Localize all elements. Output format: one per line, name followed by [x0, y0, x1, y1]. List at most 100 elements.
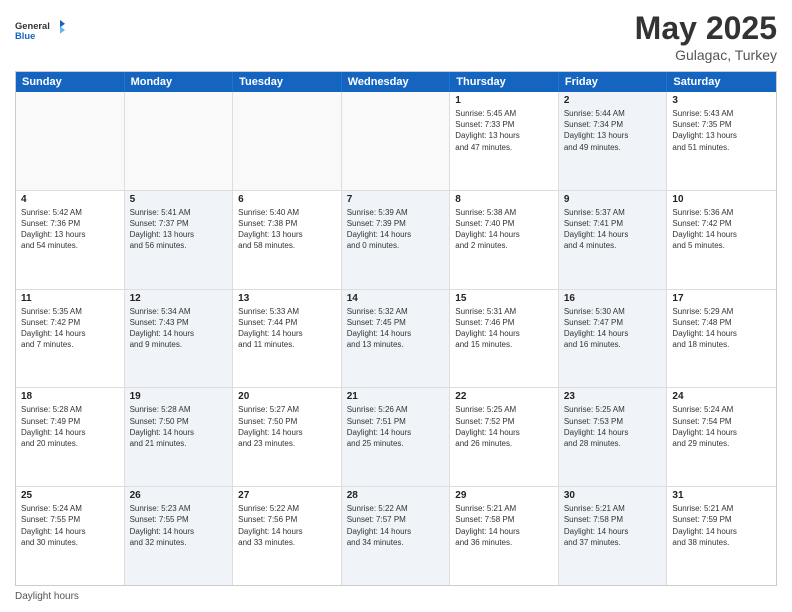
day-number: 8 [455, 194, 553, 205]
calendar-row-3: 18 Sunrise: 5:28 AM Sunset: 7:49 PM Dayli… [16, 388, 776, 487]
calendar: SundayMondayTuesdayWednesdayThursdayFrid… [15, 71, 777, 586]
weekday-header-friday: Friday [559, 72, 668, 92]
month-title: May 2025 [635, 10, 777, 47]
calendar-row-2: 11 Sunrise: 5:35 AM Sunset: 7:42 PM Dayli… [16, 290, 776, 389]
day-number: 28 [347, 490, 445, 501]
calendar-cell: 30 Sunrise: 5:21 AM Sunset: 7:58 PM Dayli… [559, 487, 668, 585]
cell-info: Sunrise: 5:35 AM Sunset: 7:42 PM Dayligh… [21, 306, 119, 351]
day-number: 7 [347, 194, 445, 205]
day-number: 25 [21, 490, 119, 501]
calendar-cell: 25 Sunrise: 5:24 AM Sunset: 7:55 PM Dayli… [16, 487, 125, 585]
day-number: 21 [347, 391, 445, 402]
calendar-cell: 4Sunrise: 5:42 AM Sunset: 7:36 PM Daylig… [16, 191, 125, 289]
day-number: 31 [672, 490, 771, 501]
cell-info: Sunrise: 5:31 AM Sunset: 7:46 PM Dayligh… [455, 306, 553, 351]
calendar-cell: 5Sunrise: 5:41 AM Sunset: 7:37 PM Daylig… [125, 191, 234, 289]
calendar-row-0: 1 Sunrise: 5:45 AM Sunset: 7:33 PM Daylig… [16, 92, 776, 191]
cell-info: Sunrise: 5:21 AM Sunset: 7:58 PM Dayligh… [564, 503, 662, 548]
cell-info: Sunrise: 5:44 AM Sunset: 7:34 PM Dayligh… [564, 108, 662, 153]
calendar-cell: 20 Sunrise: 5:27 AM Sunset: 7:50 PM Dayli… [233, 388, 342, 486]
calendar-row-1: 4Sunrise: 5:42 AM Sunset: 7:36 PM Daylig… [16, 191, 776, 290]
cell-info: Sunrise: 5:22 AM Sunset: 7:57 PM Dayligh… [347, 503, 445, 548]
logo-icon: General Blue [15, 10, 65, 50]
cell-info: Sunrise: 5:34 AM Sunset: 7:43 PM Dayligh… [130, 306, 228, 351]
calendar-cell: 21 Sunrise: 5:26 AM Sunset: 7:51 PM Dayli… [342, 388, 451, 486]
calendar-cell: 26 Sunrise: 5:23 AM Sunset: 7:55 PM Dayli… [125, 487, 234, 585]
header: General Blue May 2025 Gulagac, Turkey [15, 10, 777, 63]
calendar-cell: 15Sunrise: 5:31 AM Sunset: 7:46 PM Dayli… [450, 290, 559, 388]
cell-info: Sunrise: 5:22 AM Sunset: 7:56 PM Dayligh… [238, 503, 336, 548]
day-number: 17 [672, 293, 771, 304]
day-number: 29 [455, 490, 553, 501]
day-number: 13 [238, 293, 336, 304]
cell-info: Sunrise: 5:33 AM Sunset: 7:44 PM Dayligh… [238, 306, 336, 351]
cell-info: Sunrise: 5:26 AM Sunset: 7:51 PM Dayligh… [347, 404, 445, 449]
calendar-cell: 31 Sunrise: 5:21 AM Sunset: 7:59 PM Dayli… [667, 487, 776, 585]
cell-info: Sunrise: 5:24 AM Sunset: 7:54 PM Dayligh… [672, 404, 771, 449]
calendar-cell: 28 Sunrise: 5:22 AM Sunset: 7:57 PM Dayli… [342, 487, 451, 585]
cell-info: Sunrise: 5:28 AM Sunset: 7:50 PM Dayligh… [130, 404, 228, 449]
calendar-cell: 22 Sunrise: 5:25 AM Sunset: 7:52 PM Dayli… [450, 388, 559, 486]
day-number: 18 [21, 391, 119, 402]
day-number: 22 [455, 391, 553, 402]
cell-info: Sunrise: 5:38 AM Sunset: 7:40 PM Dayligh… [455, 207, 553, 252]
calendar-cell: 17 Sunrise: 5:29 AM Sunset: 7:48 PM Dayli… [667, 290, 776, 388]
day-number: 2 [564, 95, 662, 106]
cell-info: Sunrise: 5:21 AM Sunset: 7:59 PM Dayligh… [672, 503, 771, 548]
cell-info: Sunrise: 5:25 AM Sunset: 7:52 PM Dayligh… [455, 404, 553, 449]
day-number: 9 [564, 194, 662, 205]
weekday-header-wednesday: Wednesday [342, 72, 451, 92]
calendar-cell: 9 Sunrise: 5:37 AM Sunset: 7:41 PM Daylig… [559, 191, 668, 289]
cell-info: Sunrise: 5:45 AM Sunset: 7:33 PM Dayligh… [455, 108, 553, 153]
cell-info: Sunrise: 5:32 AM Sunset: 7:45 PM Dayligh… [347, 306, 445, 351]
day-number: 16 [564, 293, 662, 304]
cell-info: Sunrise: 5:28 AM Sunset: 7:49 PM Dayligh… [21, 404, 119, 449]
day-number: 4 [21, 194, 119, 205]
calendar-cell: 29 Sunrise: 5:21 AM Sunset: 7:58 PM Dayli… [450, 487, 559, 585]
cell-info: Sunrise: 5:36 AM Sunset: 7:42 PM Dayligh… [672, 207, 771, 252]
calendar-cell: 1 Sunrise: 5:45 AM Sunset: 7:33 PM Daylig… [450, 92, 559, 190]
day-number: 26 [130, 490, 228, 501]
day-number: 5 [130, 194, 228, 205]
cell-info: Sunrise: 5:21 AM Sunset: 7:58 PM Dayligh… [455, 503, 553, 548]
calendar-cell: 2 Sunrise: 5:44 AM Sunset: 7:34 PM Daylig… [559, 92, 668, 190]
weekday-header-monday: Monday [125, 72, 234, 92]
day-number: 30 [564, 490, 662, 501]
calendar-row-4: 25 Sunrise: 5:24 AM Sunset: 7:55 PM Dayli… [16, 487, 776, 585]
cell-info: Sunrise: 5:40 AM Sunset: 7:38 PM Dayligh… [238, 207, 336, 252]
location: Gulagac, Turkey [635, 47, 777, 63]
day-number: 23 [564, 391, 662, 402]
day-number: 3 [672, 95, 771, 106]
calendar-cell: 13 Sunrise: 5:33 AM Sunset: 7:44 PM Dayli… [233, 290, 342, 388]
calendar-cell: 12Sunrise: 5:34 AM Sunset: 7:43 PM Dayli… [125, 290, 234, 388]
calendar-cell: 27 Sunrise: 5:22 AM Sunset: 7:56 PM Dayli… [233, 487, 342, 585]
calendar-cell: 3Sunrise: 5:43 AM Sunset: 7:35 PM Daylig… [667, 92, 776, 190]
cell-info: Sunrise: 5:37 AM Sunset: 7:41 PM Dayligh… [564, 207, 662, 252]
day-number: 14 [347, 293, 445, 304]
cell-info: Sunrise: 5:25 AM Sunset: 7:53 PM Dayligh… [564, 404, 662, 449]
calendar-cell [16, 92, 125, 190]
day-number: 11 [21, 293, 119, 304]
weekday-header-tuesday: Tuesday [233, 72, 342, 92]
day-number: 27 [238, 490, 336, 501]
weekday-header-saturday: Saturday [667, 72, 776, 92]
calendar-cell [342, 92, 451, 190]
calendar-cell: 23 Sunrise: 5:25 AM Sunset: 7:53 PM Dayli… [559, 388, 668, 486]
logo: General Blue [15, 10, 65, 50]
calendar-cell: 10Sunrise: 5:36 AM Sunset: 7:42 PM Dayli… [667, 191, 776, 289]
cell-info: Sunrise: 5:24 AM Sunset: 7:55 PM Dayligh… [21, 503, 119, 548]
calendar-cell: 11 Sunrise: 5:35 AM Sunset: 7:42 PM Dayli… [16, 290, 125, 388]
calendar-cell: 19Sunrise: 5:28 AM Sunset: 7:50 PM Dayli… [125, 388, 234, 486]
svg-text:Blue: Blue [15, 31, 35, 41]
svg-text:General: General [15, 21, 50, 31]
cell-info: Sunrise: 5:30 AM Sunset: 7:47 PM Dayligh… [564, 306, 662, 351]
weekday-header-thursday: Thursday [450, 72, 559, 92]
title-area: May 2025 Gulagac, Turkey [635, 10, 777, 63]
cell-info: Sunrise: 5:27 AM Sunset: 7:50 PM Dayligh… [238, 404, 336, 449]
day-number: 24 [672, 391, 771, 402]
cell-info: Sunrise: 5:23 AM Sunset: 7:55 PM Dayligh… [130, 503, 228, 548]
cell-info: Sunrise: 5:29 AM Sunset: 7:48 PM Dayligh… [672, 306, 771, 351]
day-number: 1 [455, 95, 553, 106]
day-number: 20 [238, 391, 336, 402]
calendar-cell: 14 Sunrise: 5:32 AM Sunset: 7:45 PM Dayli… [342, 290, 451, 388]
